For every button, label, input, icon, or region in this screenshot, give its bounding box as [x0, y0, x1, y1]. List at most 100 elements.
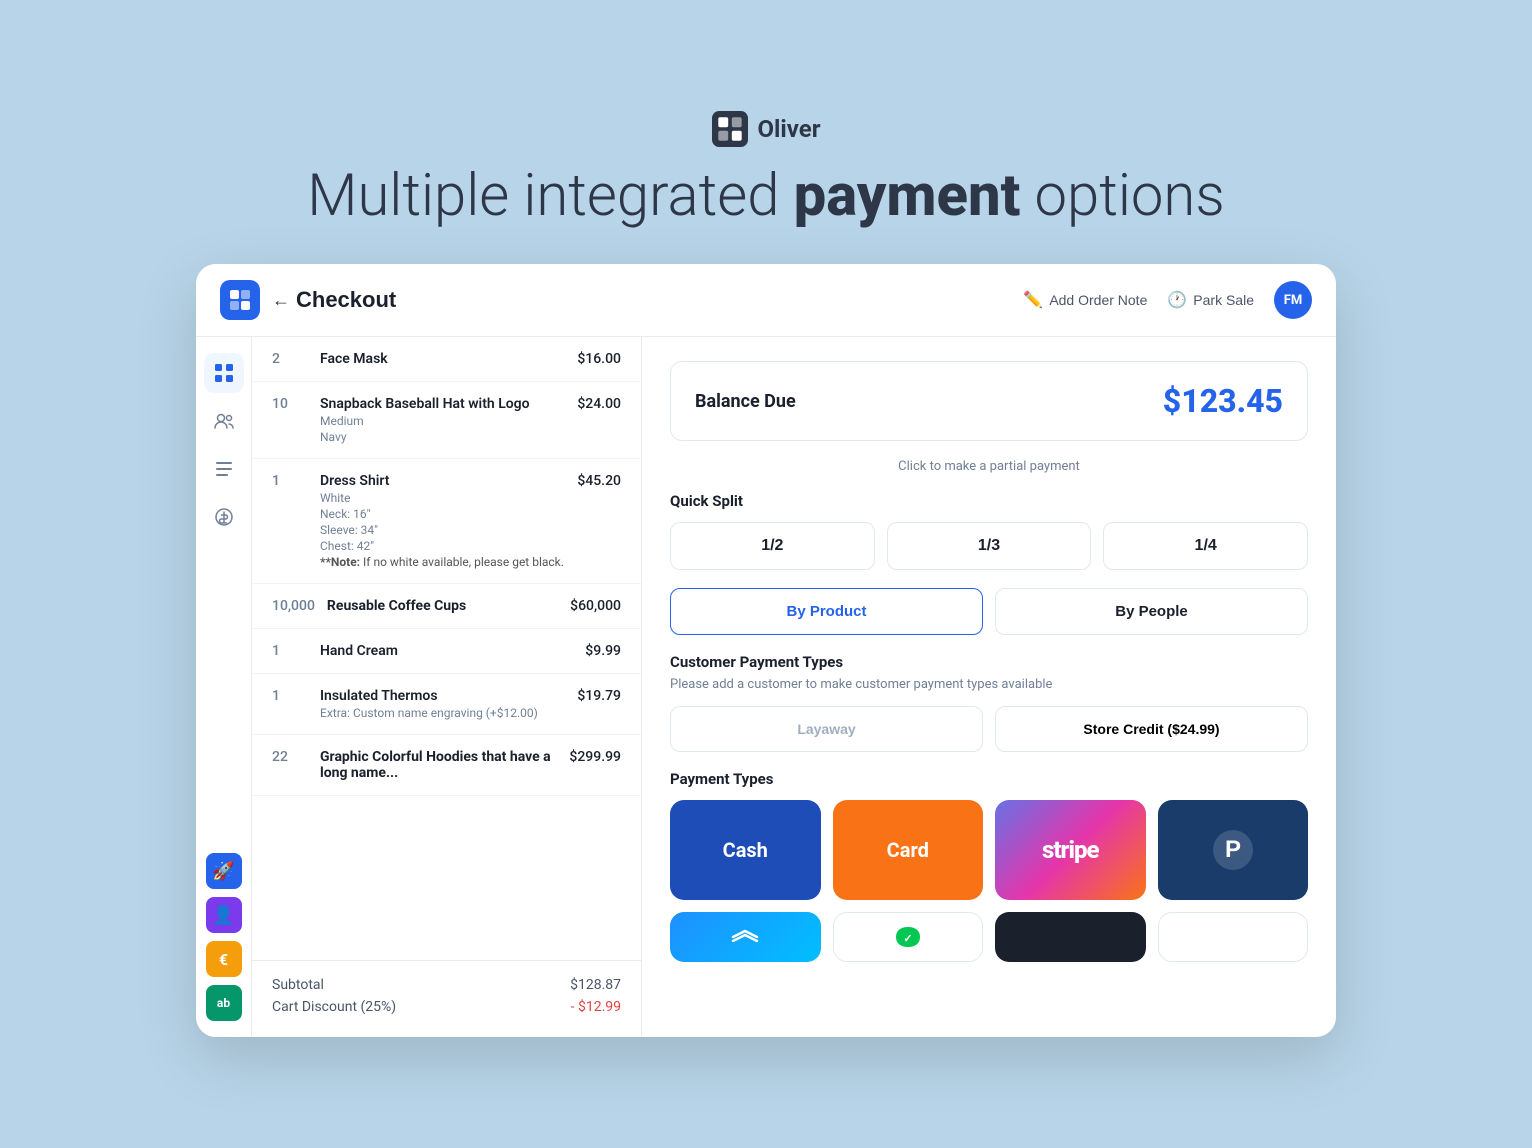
- order-item-details: Hand Cream: [320, 643, 573, 659]
- layaway-button[interactable]: Layaway: [670, 706, 983, 752]
- subtotal-row: Subtotal $128.87: [272, 977, 621, 993]
- order-item-variant: Medium: [320, 414, 565, 428]
- order-item-name: Insulated Thermos: [320, 688, 565, 704]
- split-tabs: By Product By People: [670, 588, 1308, 635]
- balance-card: Balance Due $123.45: [670, 361, 1308, 441]
- balance-amount: $123.45: [1163, 382, 1283, 420]
- park-sale-label: Park Sale: [1193, 292, 1254, 308]
- order-item-variant: Neck: 16": [320, 507, 565, 521]
- topbar-left: ← Checkout: [220, 280, 1007, 320]
- order-item-name: Reusable Coffee Cups: [327, 598, 558, 614]
- order-item-details: Dress Shirt White Neck: 16" Sleeve: 34" …: [320, 473, 565, 569]
- subtotal-value: $128.87: [570, 977, 621, 993]
- order-item-details: Snapback Baseball Hat with Logo Medium N…: [320, 396, 565, 444]
- payment-type-extra-1[interactable]: [670, 912, 821, 962]
- order-item-variant: White: [320, 491, 565, 505]
- park-sale-button[interactable]: 🕐 Park Sale: [1167, 290, 1254, 310]
- sidebar-item-cash[interactable]: [204, 497, 244, 537]
- quick-split-label: Quick Split: [670, 492, 1308, 510]
- partial-payment-link[interactable]: Click to make a partial payment: [670, 459, 1308, 474]
- order-item-price: $45.20: [577, 473, 621, 489]
- order-item-qty: 10: [272, 396, 308, 412]
- sidebar-item-grid[interactable]: [204, 353, 244, 393]
- payment-type-extra-2[interactable]: ✓: [833, 912, 984, 962]
- brand-name: Oliver: [758, 115, 821, 143]
- order-item-note: **Note: If no white available, please ge…: [320, 555, 565, 569]
- sidebar-app-profile[interactable]: 👤: [206, 897, 242, 933]
- app-logo-icon: [229, 289, 251, 311]
- order-item-qty: 2: [272, 351, 308, 367]
- hero-title-bold: payment: [794, 162, 1021, 230]
- sidebar-app-ab[interactable]: ab: [206, 985, 242, 1021]
- subtotal-label: Subtotal: [272, 977, 324, 993]
- order-item-name: Face Mask: [320, 351, 565, 367]
- clock-icon: 🕐: [1167, 290, 1187, 310]
- order-item: 10 Snapback Baseball Hat with Logo Mediu…: [252, 382, 641, 459]
- dollar-icon: [214, 507, 234, 527]
- order-item-variant: Chest: 42": [320, 539, 565, 553]
- order-item: 1 Insulated Thermos Extra: Custom name e…: [252, 674, 641, 735]
- order-item-price: $19.79: [577, 688, 621, 704]
- split-tab-by-product[interactable]: By Product: [670, 588, 983, 635]
- payment-extra-icon-1: [729, 927, 761, 947]
- split-half-button[interactable]: 1/2: [670, 522, 875, 570]
- payment-types-grid: Cash Card stripe: [670, 800, 1308, 900]
- store-credit-button[interactable]: Store Credit ($24.99): [995, 706, 1308, 752]
- order-item-qty: 1: [272, 643, 308, 659]
- balance-label: Balance Due: [695, 391, 796, 412]
- add-order-note-label: Add Order Note: [1049, 292, 1147, 308]
- payment-type-card[interactable]: Card: [833, 800, 984, 900]
- sidebar-app-launch[interactable]: 🚀: [206, 853, 242, 889]
- order-item-price: $299.99: [569, 749, 621, 765]
- order-item-price: $16.00: [577, 351, 621, 367]
- stripe-label: stripe: [1042, 836, 1098, 864]
- customer-payment-row: Layaway Store Credit ($24.99): [670, 706, 1308, 752]
- payment-type-extra-4[interactable]: [1158, 912, 1309, 962]
- order-item: 2 Face Mask $16.00: [252, 337, 641, 382]
- customer-payment-section: Customer Payment Types Please add a cust…: [670, 653, 1308, 752]
- payment-type-stripe[interactable]: stripe: [995, 800, 1146, 900]
- app-logo: [220, 280, 260, 320]
- order-item-qty: 22: [272, 749, 308, 765]
- order-item: 1 Hand Cream $9.99: [252, 629, 641, 674]
- payment-type-paypal[interactable]: P: [1158, 800, 1309, 900]
- order-item-details: Reusable Coffee Cups: [327, 598, 558, 614]
- split-quarter-button[interactable]: 1/4: [1103, 522, 1308, 570]
- sidebar-app-euro[interactable]: €: [206, 941, 242, 977]
- payment-type-extra-3[interactable]: [995, 912, 1146, 962]
- order-item-variant: Sleeve: 34": [320, 523, 565, 537]
- brand-header: Oliver: [712, 111, 821, 147]
- order-item-name: Graphic Colorful Hoodies that have a lon…: [320, 749, 557, 781]
- back-button[interactable]: ← Checkout: [272, 287, 396, 313]
- order-item: 10,000 Reusable Coffee Cups $60,000: [252, 584, 641, 629]
- topbar-actions: ✏️ Add Order Note 🕐 Park Sale FM: [1023, 281, 1312, 319]
- quick-split-section: Quick Split 1/2 1/3 1/4: [670, 492, 1308, 570]
- sidebar-bottom: 🚀 👤 € ab: [206, 853, 242, 1021]
- payment-extra-icon-2: ✓: [892, 923, 924, 951]
- users-icon: [214, 411, 234, 431]
- order-item-details: Face Mask: [320, 351, 565, 367]
- sidebar-item-orders[interactable]: [204, 449, 244, 489]
- app-topbar: ← Checkout ✏️ Add Order Note 🕐 Park Sale…: [196, 264, 1336, 337]
- paypal-icon: P: [1211, 828, 1255, 872]
- checkout-panel: Balance Due $123.45 Click to make a part…: [642, 337, 1336, 1037]
- sidebar: 🚀 👤 € ab: [196, 337, 252, 1037]
- note-icon: ✏️: [1023, 290, 1043, 310]
- brand-logo-icon: [712, 111, 748, 147]
- payment-types-label: Payment Types: [670, 770, 1308, 788]
- order-item-extra: Extra: Custom name engraving (+$12.00): [320, 706, 565, 720]
- page-title: Checkout: [296, 287, 396, 313]
- order-item-price: $9.99: [585, 643, 621, 659]
- quick-split-row: 1/2 1/3 1/4: [670, 522, 1308, 570]
- payment-type-cash[interactable]: Cash: [670, 800, 821, 900]
- add-order-note-button[interactable]: ✏️ Add Order Note: [1023, 290, 1147, 310]
- app-window: ← Checkout ✏️ Add Order Note 🕐 Park Sale…: [196, 264, 1336, 1037]
- order-list: 2 Face Mask $16.00 10 Snapback Baseball …: [252, 337, 642, 1037]
- discount-value: - $12.99: [571, 999, 621, 1015]
- order-item-qty: 1: [272, 473, 308, 489]
- order-item: 22 Graphic Colorful Hoodies that have a …: [252, 735, 641, 796]
- order-item-price: $60,000: [570, 598, 621, 614]
- split-third-button[interactable]: 1/3: [887, 522, 1092, 570]
- split-tab-by-people[interactable]: By People: [995, 588, 1308, 635]
- sidebar-item-users[interactable]: [204, 401, 244, 441]
